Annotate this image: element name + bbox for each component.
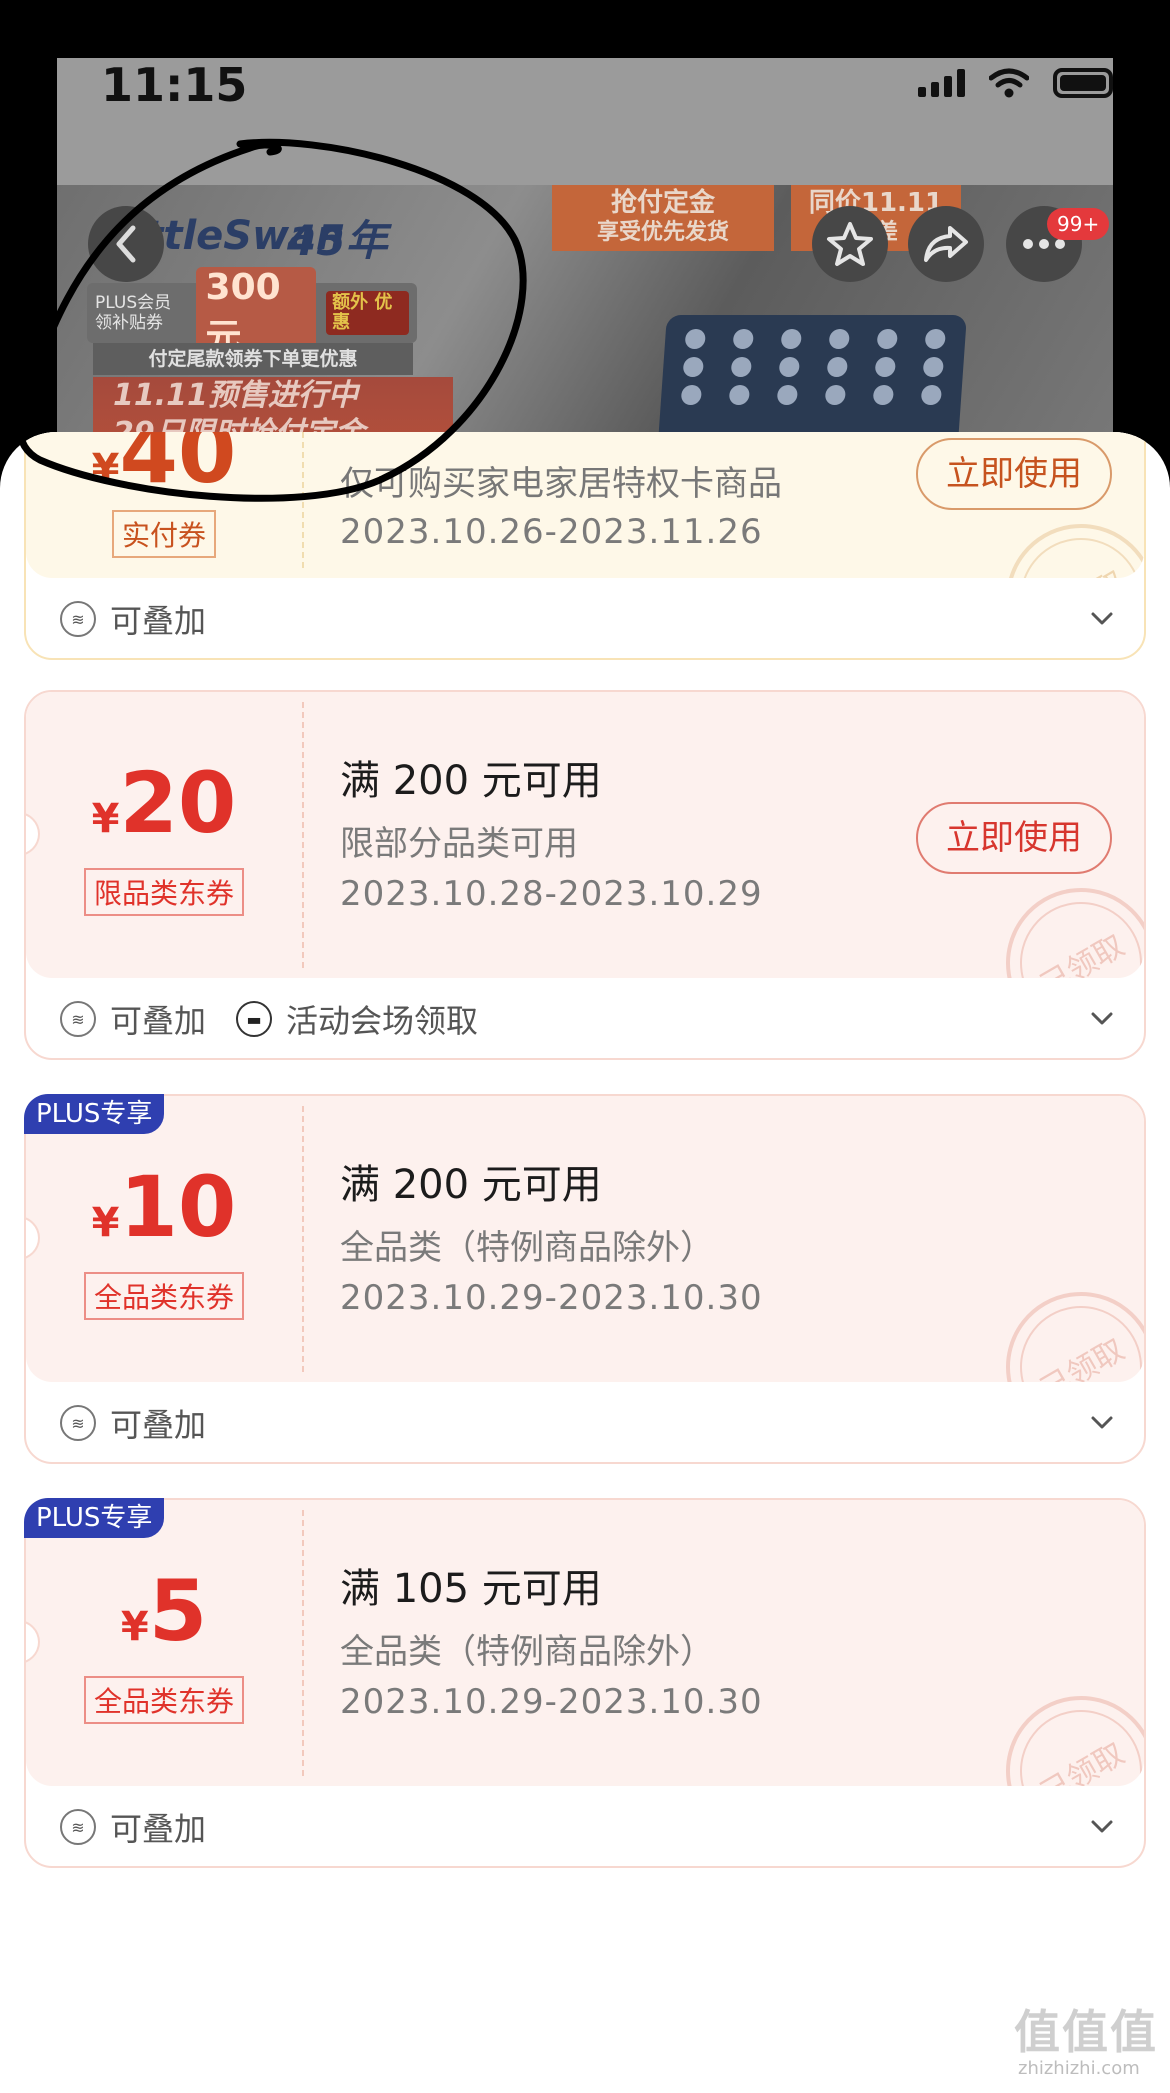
coupon-dates: 2023.10.29-2023.10.30 bbox=[340, 1278, 763, 1318]
coupon-scope: 全品类（特例商品除外） bbox=[340, 1632, 714, 1672]
coupon-body: ¥10 全品类东券 满 200 元可用 全品类（特例商品除外） 2023.10.… bbox=[26, 1096, 1144, 1382]
more-dots-icon bbox=[1023, 239, 1065, 249]
status-icons bbox=[918, 58, 1113, 108]
stackable-label: 可叠加 bbox=[110, 602, 207, 640]
coupon-amount: ¥10 bbox=[26, 1158, 302, 1256]
use-now-button[interactable]: 立即使用 bbox=[916, 802, 1112, 874]
chevron-down-icon[interactable] bbox=[1090, 1410, 1114, 1434]
coupon-scope: 全品类（特例商品除外） bbox=[340, 1228, 714, 1268]
share-icon bbox=[924, 226, 968, 262]
chevron-left-icon bbox=[116, 225, 136, 263]
coupon-condition: 满 105 元可用 bbox=[340, 1566, 602, 1612]
watermark-logo: 值值值 bbox=[1014, 2005, 1158, 2059]
stackable-label: 可叠加 bbox=[110, 1406, 207, 1444]
coupon-sheet: 优惠 ¥40 实付券 仅可购买家电家居特权卡商品 2023.10.26-2023… bbox=[0, 432, 1170, 2093]
coupon-scope: 仅可购买家电家居特权卡商品 bbox=[340, 464, 782, 504]
notification-badge: 99+ bbox=[1047, 208, 1110, 240]
coupon-type: 实付券 bbox=[26, 510, 302, 558]
coupon-dates: 2023.10.26-2023.11.26 bbox=[340, 512, 763, 552]
event-venue-tag: ▬ 活动会场领取 bbox=[236, 996, 478, 1042]
coupon-card: ¥40 实付券 仅可购买家电家居特权卡商品 2023.10.26-2023.11… bbox=[24, 432, 1146, 660]
currency-symbol: ¥ bbox=[91, 1200, 120, 1246]
back-button[interactable] bbox=[88, 206, 164, 282]
coupon-value: 40 bbox=[119, 432, 237, 502]
signal-icon bbox=[918, 69, 965, 97]
coupon-amount: ¥20 bbox=[26, 754, 302, 852]
coupon-type: 全品类东券 bbox=[26, 1272, 302, 1320]
coupon-condition: 满 200 元可用 bbox=[340, 758, 602, 804]
plus-exclusive-badge: PLUS专享 bbox=[24, 1498, 165, 1538]
coupon-footer: ≋ 可叠加 bbox=[26, 1786, 1144, 1866]
stack-icon: ≋ bbox=[60, 1405, 96, 1441]
coupon-scope: 限部分品类可用 bbox=[340, 824, 578, 864]
coupon-type-label: 全品类东券 bbox=[83, 1272, 244, 1320]
coupon-type: 限品类东券 bbox=[26, 868, 302, 916]
stackable-label: 可叠加 bbox=[110, 1810, 207, 1848]
use-now-button[interactable]: 立即使用 bbox=[916, 438, 1112, 510]
stackable-tag: ≋ 可叠加 bbox=[60, 996, 206, 1042]
coupon-amount: ¥5 bbox=[26, 1562, 302, 1660]
ticket-icon: ▬ bbox=[236, 1001, 273, 1037]
promo-deposit: 抢付定金 享受优先发货 bbox=[552, 185, 774, 251]
coupon-card: ¥10 全品类东券 满 200 元可用 全品类（特例商品除外） 2023.10.… bbox=[24, 1094, 1146, 1464]
coupon-body: ¥20 限品类东券 满 200 元可用 限部分品类可用 2023.10.28-2… bbox=[26, 692, 1144, 978]
coupon-value: 5 bbox=[148, 1562, 208, 1660]
coupon-type: 全品类东券 bbox=[26, 1676, 302, 1724]
plus-subsidy-label: PLUS会员 领补贴券 bbox=[95, 293, 172, 333]
coupon-footer: ≋ 可叠加 bbox=[26, 1382, 1144, 1462]
star-icon bbox=[827, 222, 873, 266]
stackable-label: 可叠加 bbox=[110, 1002, 207, 1040]
coupon-type-label: 限品类东券 bbox=[83, 868, 244, 916]
wifi-icon bbox=[989, 68, 1029, 98]
plus-extra-badge: 额外 优惠 bbox=[326, 291, 409, 335]
plus-exclusive-badge: PLUS专享 bbox=[24, 1094, 165, 1134]
stackable-tag: ≋ 可叠加 bbox=[60, 1804, 206, 1850]
brand-anniversary-mark: 45年 bbox=[287, 216, 388, 265]
currency-symbol: ¥ bbox=[120, 1604, 149, 1650]
coupon-footer: ≋ 可叠加 bbox=[26, 578, 1144, 658]
coupon-condition: 满 200 元可用 bbox=[340, 1162, 602, 1208]
currency-symbol: ¥ bbox=[91, 796, 120, 842]
coupon-type-label: 全品类东券 bbox=[83, 1676, 244, 1724]
status-bar: 11:15 bbox=[57, 58, 1113, 185]
coupon-footer: ≋ 可叠加 ▬ 活动会场领取 bbox=[26, 978, 1144, 1058]
battery-icon bbox=[1053, 68, 1113, 98]
chevron-down-icon[interactable] bbox=[1090, 1006, 1114, 1030]
plus-subsidy-strip: PLUS会员 领补贴券 300元 额外 优惠 bbox=[87, 266, 417, 360]
stackable-tag: ≋ 可叠加 bbox=[60, 1400, 206, 1446]
claimed-stamp: 已领取 bbox=[978, 1264, 1144, 1382]
stackable-tag: ≋ 可叠加 bbox=[60, 596, 206, 642]
coupon-card: ¥20 限品类东券 满 200 元可用 限部分品类可用 2023.10.28-2… bbox=[24, 690, 1146, 1060]
watermark-url: zhizhizhi.com bbox=[1018, 2058, 1140, 2079]
coupon-body: ¥5 全品类东券 满 105 元可用 全品类（特例商品除外） 2023.10.2… bbox=[26, 1500, 1144, 1786]
stack-icon: ≋ bbox=[60, 601, 96, 637]
claimed-stamp: 已领取 bbox=[978, 1668, 1144, 1786]
favorite-button[interactable] bbox=[812, 206, 888, 282]
stack-icon: ≋ bbox=[60, 1001, 96, 1037]
coupon-dates: 2023.10.29-2023.10.30 bbox=[340, 1682, 763, 1722]
coupon-amount: ¥40 bbox=[26, 432, 302, 502]
currency-symbol: ¥ bbox=[91, 446, 120, 492]
share-button[interactable] bbox=[908, 206, 984, 282]
coupon-dates: 2023.10.28-2023.10.29 bbox=[340, 874, 763, 914]
stack-icon: ≋ bbox=[60, 1809, 96, 1845]
event-venue-label: 活动会场领取 bbox=[286, 1002, 479, 1040]
status-time: 11:15 bbox=[101, 58, 248, 112]
chevron-down-icon[interactable] bbox=[1090, 606, 1114, 630]
coupon-type-label: 实付券 bbox=[111, 510, 216, 558]
coupon-body: ¥40 实付券 仅可购买家电家居特权卡商品 2023.10.26-2023.11… bbox=[26, 432, 1144, 578]
coupon-value: 20 bbox=[119, 754, 237, 852]
promo-deposit-subtitle: 享受优先发货 bbox=[596, 220, 729, 245]
banner-headline-1: 11.11预售进行中 bbox=[113, 378, 358, 413]
coupon-value: 10 bbox=[119, 1158, 237, 1256]
promo-deposit-title: 抢付定金 bbox=[610, 188, 715, 218]
claimed-stamp: 已领取 bbox=[978, 860, 1144, 978]
banner-subline: 付定尾款领券下单更优惠 bbox=[93, 343, 413, 375]
chevron-down-icon[interactable] bbox=[1090, 1814, 1114, 1838]
coupon-card: ¥5 全品类东券 满 105 元可用 全品类（特例商品除外） 2023.10.2… bbox=[24, 1498, 1146, 1868]
